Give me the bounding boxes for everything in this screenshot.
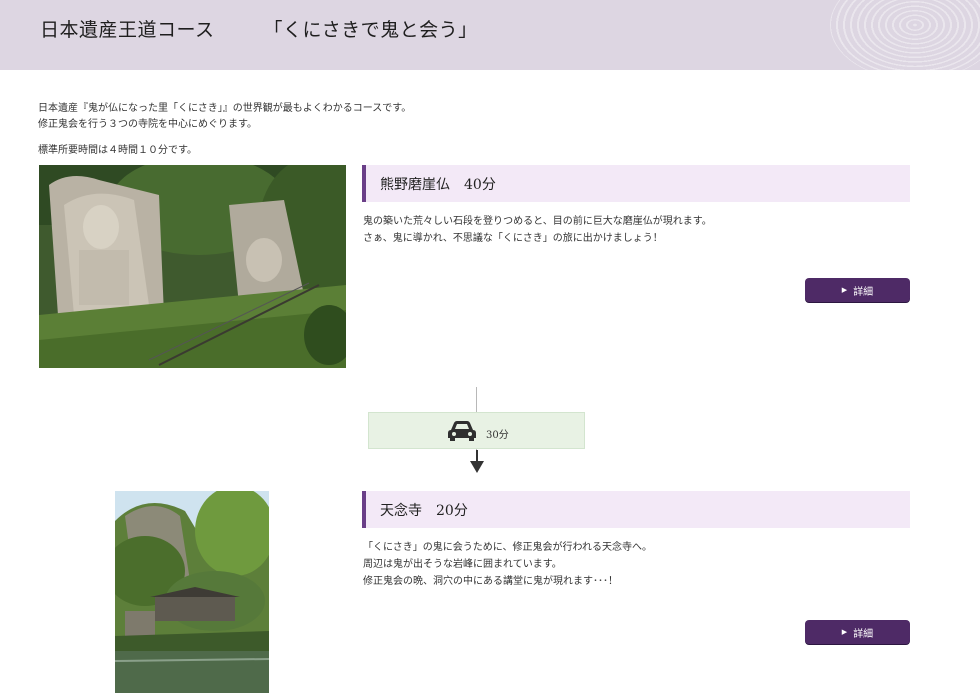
car-icon [448,421,476,441]
arrow-right-icon: ▶ [841,628,848,636]
kumano-magaibutsu-photo [39,165,346,368]
description-line: さぁ、鬼に導かれ、不思議な「くにさき」の旅に出かけましょう！ [363,233,663,244]
spot-heading-tennenji: 天念寺 20分 [362,491,910,528]
intro-line: 日本遺産『鬼が仏になった里「くにさき」』の世界観が最もよくわかるコースです。 [38,103,412,114]
transport-box: 30分 [368,412,585,449]
description-line: 「くにさき」の鬼に会うために、修正鬼会が行われる天念寺へ。 [363,542,652,553]
page-header: 日本遺産王道コース 「くにさきで鬼と会う」 [0,0,980,80]
description-line: 周辺は鬼が出そうな岩峰に囲まれています。 [363,559,562,570]
description-line: 修正鬼会の晩、洞穴の中にある講堂に鬼が現れます･･･！ [363,576,618,587]
intro-line: 修正鬼会を行う３つの寺院を中心にめぐります。 [38,119,257,130]
course-intro: 日本遺産『鬼が仏になった里「くにさき」』の世界観が最もよくわかるコースです。 修… [38,101,411,159]
detail-button-label: 詳細 [853,286,874,298]
page-title: 日本遺産王道コース 「くにさきで鬼と会う」 [40,19,478,41]
spot-description-kumano: 鬼の築いた荒々しい石段を登りつめると、目の前に巨大な磨崖仏が現れます。 さぁ、鬼… [363,213,712,247]
detail-button-kumano[interactable]: ▶ 詳細 [805,278,910,302]
tennenji-photo [115,491,269,693]
standard-time-text: 標準所要時間は４時間１０分です。 [38,145,197,156]
arrow-right-icon: ▶ [841,286,848,294]
spot-title: 熊野磨崖仏 40分 [380,177,496,193]
travel-time-label: 30分 [486,430,509,441]
spot-title: 天念寺 20分 [380,503,468,519]
description-line: 鬼の築いた荒々しい石段を登りつめると、目の前に巨大な磨崖仏が現れます。 [363,216,712,227]
arrow-down-icon [470,450,484,473]
spot-heading-kumano: 熊野磨崖仏 40分 [362,165,910,202]
connector-line [476,387,477,412]
detail-button-label: 詳細 [853,628,874,640]
header-decoration [830,0,980,80]
spot-description-tennenji: 「くにさき」の鬼に会うために、修正鬼会が行われる天念寺へ。 周辺は鬼が出そうな岩… [363,539,652,590]
detail-button-tennenji[interactable]: ▶ 詳細 [805,620,910,644]
